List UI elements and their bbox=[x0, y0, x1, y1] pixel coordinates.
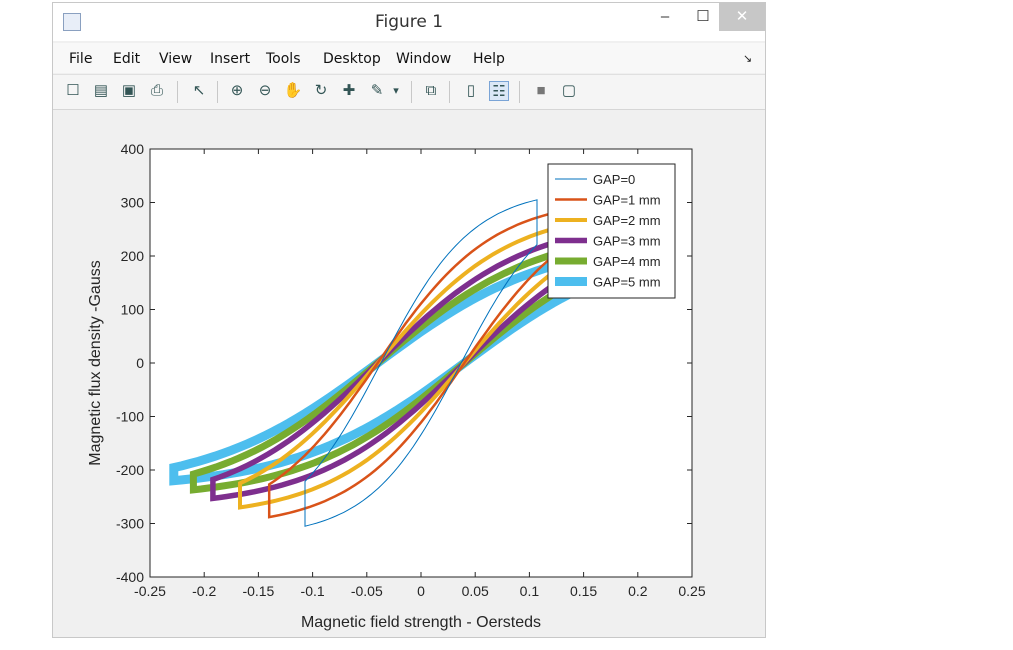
save-icon[interactable]: ▣ bbox=[119, 81, 139, 101]
new-figure-icon[interactable]: ☐ bbox=[63, 81, 83, 101]
link-plot-icon[interactable]: ⧉ bbox=[421, 81, 441, 101]
print-icon[interactable]: ⎙ bbox=[147, 81, 167, 101]
y-tick-label: -400 bbox=[116, 569, 144, 585]
toolbar-separator bbox=[519, 81, 520, 103]
x-tick-label: 0.2 bbox=[628, 583, 648, 599]
x-tick-label: -0.1 bbox=[301, 583, 325, 599]
legend[interactable]: GAP=0 GAP=1 mm GAP=2 mm GAP=3 mm GAP=4 mm GAP… bbox=[547, 163, 676, 299]
zoom-in-icon[interactable]: ⊕ bbox=[227, 81, 247, 101]
toolbar-separator bbox=[411, 81, 412, 103]
x-axis-label: Magnetic field strength - Oersteds bbox=[301, 614, 541, 631]
hide-plot-tools-icon[interactable]: ■ bbox=[531, 81, 551, 101]
brush-icon[interactable]: ✎ bbox=[367, 81, 387, 101]
y-tick-label: 400 bbox=[121, 141, 145, 157]
pan-icon[interactable]: ✋ bbox=[283, 81, 303, 101]
colorbar-icon[interactable]: ▯ bbox=[461, 81, 481, 101]
menu-file[interactable]: File bbox=[69, 51, 92, 67]
hysteresis-chart[interactable]: -0.25 -0.2 -0.15 -0.1 -0.05 0 0.05 0.1 0.15 0.2 0.… bbox=[53, 109, 765, 637]
y-tick-label: -100 bbox=[116, 409, 144, 425]
menu-dock-arrow-icon[interactable]: ↘ bbox=[743, 52, 752, 65]
menu-desktop[interactable]: Desktop bbox=[323, 51, 381, 67]
menu-window[interactable]: Window bbox=[396, 51, 451, 67]
y-axis-label: Magnetic flux density -Gauss bbox=[87, 260, 104, 465]
close-button[interactable]: ✕ bbox=[719, 3, 765, 31]
x-tick-label: 0.1 bbox=[520, 583, 540, 599]
menu-edit[interactable]: Edit bbox=[113, 51, 140, 67]
legend-entry: GAP=5 mm bbox=[593, 275, 661, 290]
y-tick-label: 100 bbox=[121, 302, 145, 318]
x-tick-label: 0.05 bbox=[462, 583, 489, 599]
pointer-icon[interactable]: ↖ bbox=[189, 81, 209, 101]
brush-dropdown-icon[interactable]: ▾ bbox=[389, 81, 403, 101]
y-tick-label: -200 bbox=[116, 462, 144, 478]
legend-entry: GAP=1 mm bbox=[593, 193, 661, 208]
zoom-out-icon[interactable]: ⊖ bbox=[255, 81, 275, 101]
menu-view[interactable]: View bbox=[159, 51, 192, 67]
menu-help[interactable]: Help bbox=[473, 51, 505, 67]
x-tick-label: 0.25 bbox=[678, 583, 705, 599]
legend-entry: GAP=2 mm bbox=[593, 213, 661, 228]
legend-entry: GAP=3 mm bbox=[593, 234, 661, 249]
show-plot-tools-icon[interactable]: ▢ bbox=[559, 81, 579, 101]
toolbar-separator bbox=[449, 81, 450, 103]
toolbar-separator bbox=[177, 81, 178, 103]
x-tick-label: 0 bbox=[417, 583, 425, 599]
menu-insert[interactable]: Insert bbox=[210, 51, 250, 67]
figure-window: Figure 1 – ☐ ✕ File Edit View Insert Too… bbox=[52, 2, 766, 638]
x-tick-label: -0.15 bbox=[242, 583, 274, 599]
maximize-button[interactable]: ☐ bbox=[683, 3, 723, 31]
menu-bar: File Edit View Insert Tools Desktop Wind… bbox=[53, 43, 765, 73]
x-tick-label: -0.05 bbox=[351, 583, 383, 599]
open-file-icon[interactable]: ▤ bbox=[91, 81, 111, 101]
y-tick-label: 0 bbox=[136, 355, 144, 371]
y-tick-label: 300 bbox=[121, 195, 145, 211]
minimize-button[interactable]: – bbox=[645, 3, 685, 31]
legend-icon[interactable]: ☷ bbox=[489, 81, 509, 101]
menu-tools[interactable]: Tools bbox=[266, 51, 301, 67]
x-tick-label: -0.25 bbox=[134, 583, 166, 599]
toolbar-separator bbox=[217, 81, 218, 103]
x-tick-label: -0.2 bbox=[192, 583, 216, 599]
y-tick-label: 200 bbox=[121, 248, 145, 264]
legend-entry: GAP=0 bbox=[593, 172, 635, 187]
toolbar: ☐ ▤ ▣ ⎙ ↖ ⊕ ⊖ ✋ ↻ ✚ ✎ ▾ ⧉ ▯ ☷ ■ ▢ bbox=[53, 74, 765, 110]
legend-entry: GAP=4 mm bbox=[593, 254, 661, 269]
plot-area: -0.25 -0.2 -0.15 -0.1 -0.05 0 0.05 0.1 0.15 0.2 0.… bbox=[53, 109, 765, 637]
y-tick-label: -300 bbox=[116, 516, 144, 532]
data-cursor-icon[interactable]: ✚ bbox=[339, 81, 359, 101]
rotate-3d-icon[interactable]: ↻ bbox=[311, 81, 331, 101]
x-tick-label: 0.15 bbox=[570, 583, 597, 599]
title-bar: Figure 1 – ☐ ✕ bbox=[53, 3, 765, 41]
